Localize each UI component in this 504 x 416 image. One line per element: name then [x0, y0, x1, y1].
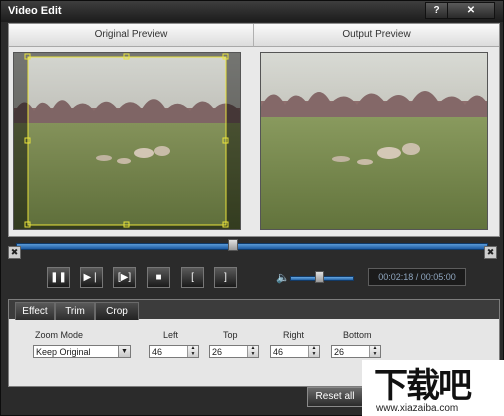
timeline: ✖ ✖: [8, 236, 498, 259]
next-frame-button[interactable]: ▶❘: [80, 267, 103, 288]
bottom-spinbox[interactable]: 26 ▲ ▼: [331, 345, 381, 358]
bottom-label: Bottom: [343, 330, 372, 340]
step-button[interactable]: [▶]: [113, 267, 136, 288]
top-value: 26: [212, 347, 223, 357]
top-spinbox[interactable]: 26 ▲ ▼: [209, 345, 259, 358]
playback-controls: ❚❚ ▶❘ [▶] ■ [ ] 🔈 00:02:18 / 00:05:00: [8, 257, 498, 295]
output-preview-video: [260, 52, 488, 230]
zoom-mode-label: Zoom Mode: [35, 330, 84, 340]
spin-arrows-icon[interactable]: ▲ ▼: [187, 345, 198, 357]
spin-arrows-icon[interactable]: ▲ ▼: [308, 345, 319, 357]
left-label: Left: [163, 330, 179, 340]
tab-effect[interactable]: Effect: [15, 302, 55, 320]
mark-out-button[interactable]: ]: [214, 267, 237, 288]
timeline-track[interactable]: [16, 243, 488, 250]
timeline-playhead[interactable]: [228, 239, 239, 251]
reset-all-button[interactable]: Reset all: [307, 387, 363, 407]
zoom-mode-select[interactable]: Keep Original ▼: [33, 345, 131, 358]
watermark-text: 下载吧: [374, 366, 472, 406]
help-button[interactable]: ?: [425, 2, 448, 19]
right-spinbox[interactable]: 46 ▲ ▼: [270, 345, 320, 358]
chevron-down-icon[interactable]: ▼: [118, 346, 130, 357]
spin-arrows-icon[interactable]: ▲ ▼: [247, 345, 258, 357]
left-spinbox[interactable]: 46 ▲ ▼: [149, 345, 199, 358]
tab-strip: Effect Trim Crop: [9, 300, 499, 320]
tab-trim[interactable]: Trim: [55, 302, 95, 320]
pause-button[interactable]: ❚❚: [47, 267, 70, 288]
left-value: 46: [152, 347, 163, 357]
zoom-mode-value: Keep Original: [36, 347, 91, 357]
title-bar[interactable]: Video Edit ? ✕: [1, 1, 503, 22]
top-label: Top: [223, 330, 238, 340]
stop-button[interactable]: ■: [147, 267, 170, 288]
video-edit-window: Video Edit ? ✕ Original Preview Output P…: [0, 0, 504, 416]
timecode-display: 00:02:18 / 00:05:00: [368, 268, 466, 286]
spin-arrows-icon[interactable]: ▲ ▼: [369, 345, 380, 357]
watermark-logo: 下载吧 www.xiazaiba.com: [362, 360, 504, 416]
bottom-value: 26: [334, 347, 345, 357]
original-preview-video: [13, 52, 241, 230]
volume-icon[interactable]: 🔈: [276, 271, 290, 284]
volume-slider-thumb[interactable]: [314, 271, 324, 283]
original-preview-header: Original Preview: [9, 24, 254, 47]
right-label: Right: [283, 330, 305, 340]
window-title: Video Edit: [8, 5, 62, 17]
watermark-url: www.xiazaiba.com: [376, 403, 459, 414]
output-preview-header: Output Preview: [254, 24, 499, 47]
close-button[interactable]: ✕: [447, 2, 495, 19]
right-value: 46: [273, 347, 284, 357]
preview-panel: Original Preview Output Preview: [8, 23, 500, 237]
tab-crop[interactable]: Crop: [95, 302, 139, 320]
mark-in-button[interactable]: [: [181, 267, 204, 288]
